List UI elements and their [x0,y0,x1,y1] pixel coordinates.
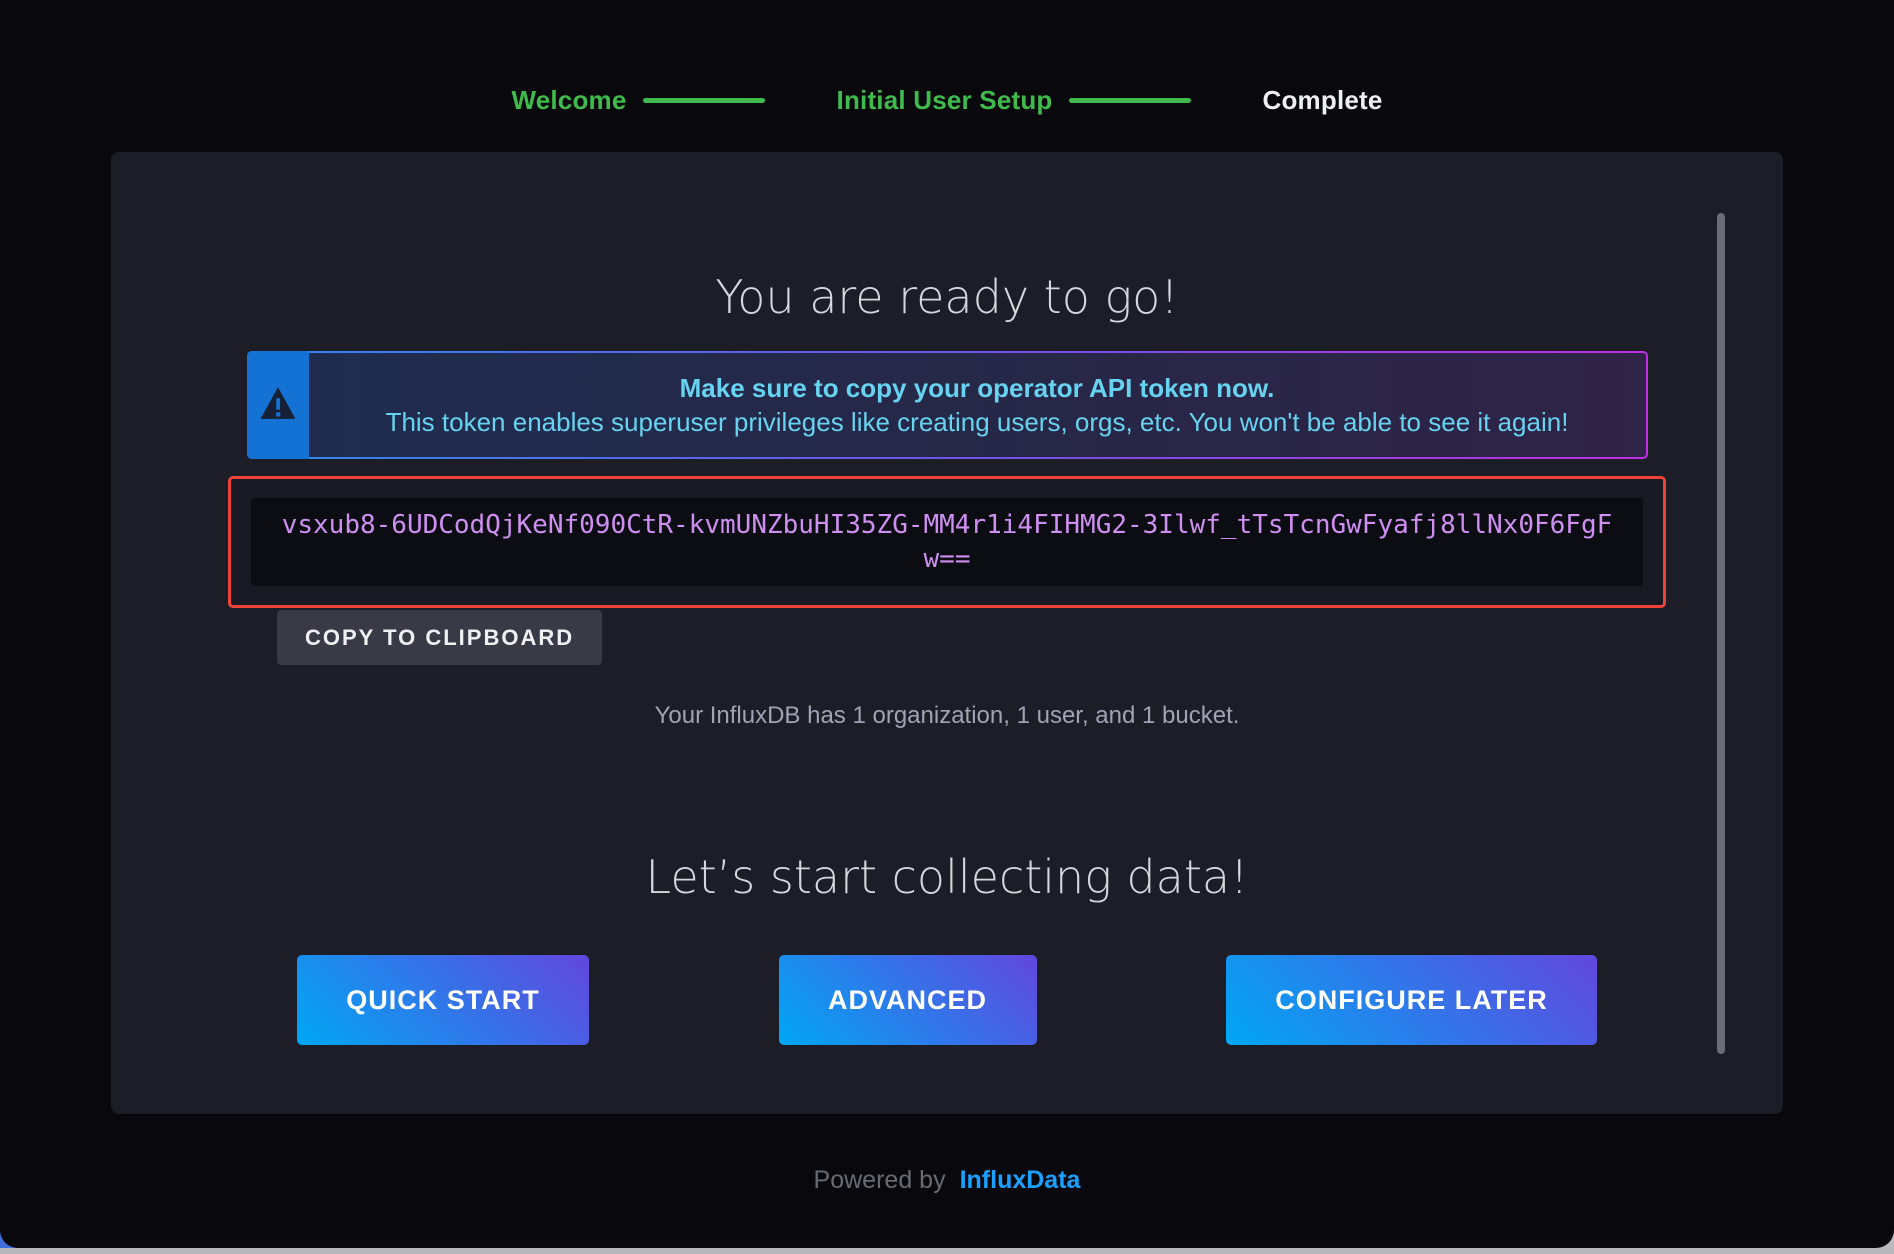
copy-to-clipboard-button[interactable]: COPY TO CLIPBOARD [277,610,602,665]
api-token-value[interactable]: vsxub8-6UDCodQjKeNf090CtR-kvmUNZbuHI35ZG… [251,498,1643,586]
collect-data-heading: Let’s start collecting data! [228,850,1666,904]
influxdata-brand-link[interactable]: InfluxData [960,1166,1081,1195]
step-complete-label: Complete [1263,85,1383,116]
warning-icon-box [247,351,309,459]
api-token-warning-banner: Make sure to copy your operator API toke… [247,351,1648,459]
step-initial-user-setup-label: Initial User Setup [837,85,1053,116]
advanced-button[interactable]: ADVANCED [779,955,1037,1045]
powered-by-label: Powered by [814,1166,946,1195]
warning-message: Make sure to copy your operator API toke… [309,353,1646,457]
step-connector-line [1069,98,1191,103]
setup-window: Welcome Initial User Setup Complete You … [0,0,1894,1248]
step-welcome[interactable]: Welcome [511,85,764,116]
step-complete[interactable]: Complete [1263,85,1383,116]
step-connector-line [643,98,765,103]
page-bottom-strip [0,1248,1894,1254]
completion-panel: You are ready to go! Make sure to copy y… [111,152,1783,1114]
ready-heading: You are ready to go! [228,270,1666,324]
api-token-highlight-frame: vsxub8-6UDCodQjKeNf090CtR-kvmUNZbuHI35ZG… [228,476,1666,608]
warning-triangle-icon [259,385,297,426]
step-welcome-label: Welcome [511,85,626,116]
step-initial-user-setup[interactable]: Initial User Setup [837,85,1191,116]
warning-body-text: This token enables superuser privileges … [386,405,1569,439]
warning-title: Make sure to copy your operator API toke… [680,371,1275,405]
configure-later-button[interactable]: CONFIGURE LATER [1226,955,1597,1045]
quick-start-button[interactable]: QUICK START [297,955,589,1045]
footer: Powered by InfluxData [0,1166,1894,1195]
resources-summary-text: Your InfluxDB has 1 organization, 1 user… [228,702,1666,730]
panel-scrollbar[interactable] [1717,213,1725,1054]
wizard-step-nav: Welcome Initial User Setup Complete [0,85,1894,116]
next-step-actions: QUICK START ADVANCED CONFIGURE LATER [297,955,1597,1114]
